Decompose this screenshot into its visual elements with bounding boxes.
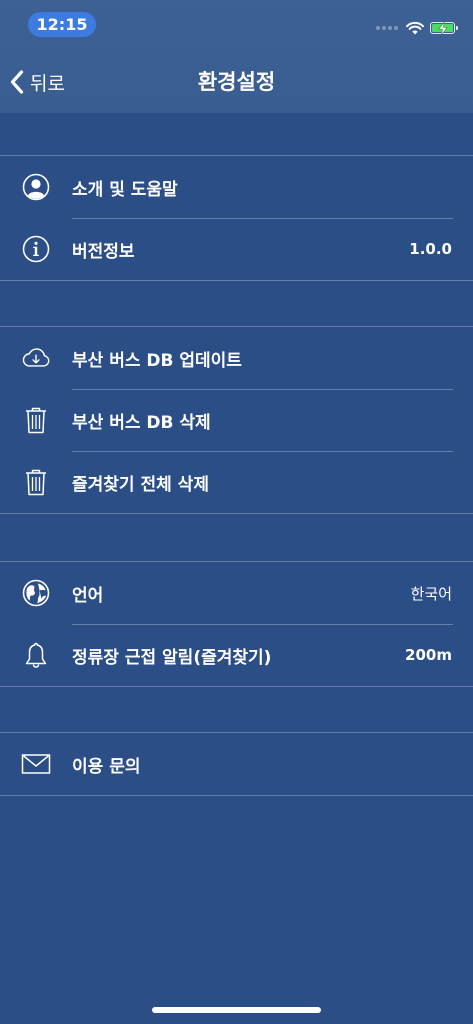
settings-item-label: 부산 버스 DB 삭제 (72, 412, 211, 433)
settings-item-version[interactable]: 버전정보 1.0.0 (0, 218, 473, 280)
settings-item-favorites-delete-all[interactable]: 즐겨찾기 전체 삭제 (0, 451, 473, 513)
battery-charging-icon (430, 22, 458, 35)
settings-group-info: 소개 및 도움말 버전정보 1.0.0 (0, 155, 473, 281)
alert-distance-value: 200m (405, 646, 452, 664)
envelope-icon (21, 749, 51, 779)
settings-item-label: 부산 버스 DB 업데이트 (72, 350, 242, 371)
settings-group-contact: 이용 문의 (0, 732, 473, 796)
status-indicators (376, 18, 458, 38)
settings-item-label: 언어 (72, 585, 104, 606)
settings-item-stop-proximity-alert[interactable]: 정류장 근접 알림(즐겨찾기) 200m (0, 624, 473, 686)
user-icon (21, 172, 51, 202)
settings-item-label: 정류장 근접 알림(즐겨찾기) (72, 647, 272, 668)
settings-item-label: 이용 문의 (72, 756, 141, 777)
navigation-header: 12:15 뒤로 환경설정 (0, 0, 473, 113)
bell-icon (21, 640, 51, 670)
chevron-left-icon (10, 70, 24, 94)
cloud-download-icon (21, 343, 51, 373)
settings-item-db-delete[interactable]: 부산 버스 DB 삭제 (0, 389, 473, 451)
back-label: 뒤로 (30, 72, 65, 95)
settings-item-about-help[interactable]: 소개 및 도움말 (0, 156, 473, 218)
version-value: 1.0.0 (409, 240, 452, 258)
settings-group-preferences: 언어 한국어 정류장 근접 알림(즐겨찾기) 200m (0, 561, 473, 687)
trash-icon (21, 405, 51, 435)
info-icon (21, 234, 51, 264)
settings-item-contact[interactable]: 이용 문의 (0, 733, 473, 795)
settings-screen: 12:15 뒤로 환경설정 소개 및 도움말 버전정보 1.0.0 부산 버스 … (0, 0, 473, 1024)
settings-item-label: 즐겨찾기 전체 삭제 (72, 474, 209, 495)
status-time: 12:15 (28, 12, 96, 37)
settings-group-database: 부산 버스 DB 업데이트 부산 버스 DB 삭제 즐겨찾기 전체 삭제 (0, 326, 473, 514)
settings-item-language[interactable]: 언어 한국어 (0, 562, 473, 624)
globe-icon (21, 578, 51, 608)
back-button[interactable]: 뒤로 (10, 66, 65, 98)
settings-item-label: 소개 및 도움말 (72, 179, 178, 200)
settings-item-label: 버전정보 (72, 241, 135, 262)
wifi-icon (406, 21, 424, 35)
trash-icon (21, 467, 51, 497)
home-indicator[interactable] (152, 1007, 321, 1013)
page-title: 환경설정 (197, 70, 276, 94)
cellular-signal-icon (376, 26, 398, 30)
language-value: 한국어 (410, 584, 452, 603)
settings-item-db-update[interactable]: 부산 버스 DB 업데이트 (0, 327, 473, 389)
